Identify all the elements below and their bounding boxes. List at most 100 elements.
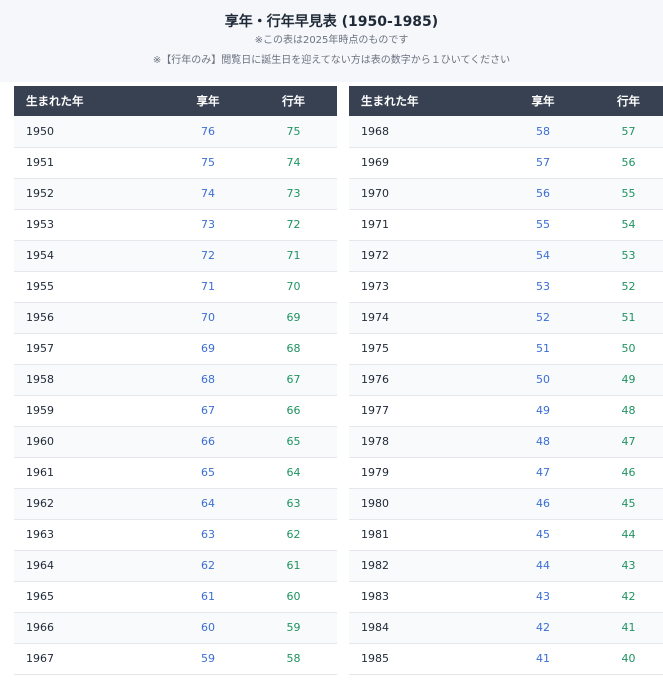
cell-kyonen: 61 [201,590,215,603]
table-row: 1968 58 57 [349,116,663,147]
cell-gyonen: 71 [286,249,301,262]
cell-birth-year: 1953 [26,218,54,231]
cell-kyonen: 43 [536,590,550,603]
cell-gyonen: 60 [286,590,301,603]
cell-birth-year: 1973 [361,280,389,293]
cell-gyonen: 41 [621,621,636,634]
tables-container: 生まれた年 享年 行年 1950 76 75 1951 75 74 1952 74 73 1953… [14,86,663,675]
page-title: 享年・行年早見表 (1950-1985) [224,14,439,30]
table-header-row: 生まれた年 享年 行年 [14,86,337,116]
cell-gyonen: 50 [621,342,636,355]
cell-gyonen: 43 [621,559,636,572]
cell-kyonen: 63 [201,528,215,541]
cell-birth-year: 1961 [26,466,54,479]
cell-gyonen: 70 [286,280,301,293]
table-row: 1978 48 47 [349,426,663,457]
cell-kyonen: 50 [536,373,550,386]
cell-birth-year: 1964 [26,559,54,572]
table-row: 1979 47 46 [349,457,663,488]
cell-kyonen: 58 [536,124,550,138]
cell-kyonen: 57 [536,156,550,169]
cell-birth-year: 1962 [26,497,54,510]
table-row: 1977 49 48 [349,395,663,426]
cell-gyonen: 65 [286,435,301,448]
cell-gyonen: 75 [286,124,301,138]
cell-birth-year: 1980 [361,497,389,510]
col-header-kyonen: 享年 [166,86,250,116]
cell-birth-year: 1984 [361,621,389,634]
cell-gyonen: 62 [286,528,301,541]
table-body-left: 1950 76 75 1951 75 74 1952 74 73 1953 73 72 1954 72 71… [14,116,337,674]
cell-gyonen: 66 [286,404,301,417]
cell-gyonen: 72 [286,218,301,231]
cell-gyonen: 40 [621,652,636,665]
table-row: 1971 55 54 [349,209,663,240]
cell-birth-year: 1979 [361,466,389,479]
table-row: 1970 56 55 [349,178,663,209]
cell-kyonen: 73 [201,218,215,231]
table-row: 1972 54 53 [349,240,663,271]
cell-gyonen: 74 [286,156,301,169]
table-row: 1950 76 75 [14,116,337,147]
cell-kyonen: 60 [201,621,215,634]
age-table-right: 生まれた年 享年 行年 1968 58 57 1969 57 56 1970 56 55 1971… [349,86,663,675]
cell-gyonen: 67 [286,373,301,386]
table-row: 1955 71 70 [14,271,337,302]
cell-kyonen: 42 [536,621,550,634]
col-header-kyonen: 享年 [501,86,585,116]
col-header-birth-year: 生まれた年 [349,86,501,116]
cell-kyonen: 70 [201,311,215,324]
table-row: 1957 69 68 [14,333,337,364]
cell-birth-year: 1959 [26,404,54,417]
cell-kyonen: 51 [536,342,550,355]
cell-gyonen: 69 [286,311,301,324]
cell-gyonen: 61 [286,559,301,572]
cell-kyonen: 49 [536,404,550,417]
cell-birth-year: 1952 [26,187,54,200]
cell-kyonen: 74 [201,187,215,200]
cell-kyonen: 75 [201,156,215,169]
cell-birth-year: 1966 [26,621,54,634]
cell-gyonen: 46 [621,466,636,479]
table-row: 1967 59 58 [14,643,337,674]
cell-kyonen: 67 [201,404,215,417]
cell-kyonen: 47 [536,466,550,479]
cell-gyonen: 48 [621,404,636,417]
table-row: 1969 57 56 [349,147,663,178]
table-row: 1953 73 72 [14,209,337,240]
cell-kyonen: 55 [536,218,550,231]
cell-kyonen: 44 [536,559,550,572]
cell-kyonen: 41 [536,652,550,665]
cell-birth-year: 1967 [26,652,54,665]
table-row: 1951 75 74 [14,147,337,178]
cell-gyonen: 59 [286,621,301,634]
cell-birth-year: 1985 [361,652,389,665]
cell-birth-year: 1971 [361,218,389,231]
cell-birth-year: 1977 [361,404,389,417]
cell-gyonen: 53 [621,249,636,262]
table-row: 1980 46 45 [349,488,663,519]
cell-birth-year: 1956 [26,311,54,324]
table-row: 1952 74 73 [14,178,337,209]
cell-gyonen: 63 [286,497,301,510]
cell-gyonen: 51 [621,311,636,324]
cell-birth-year: 1981 [361,528,389,541]
cell-birth-year: 1983 [361,590,389,603]
col-header-gyonen: 行年 [250,86,337,116]
cell-kyonen: 66 [201,435,215,448]
cell-birth-year: 1954 [26,249,54,262]
cell-birth-year: 1975 [361,342,389,355]
cell-gyonen: 45 [621,497,636,510]
table-row: 1961 65 64 [14,457,337,488]
page-header: 享年・行年早見表 (1950-1985) ※この表は2025年時点のものです ※… [0,0,663,82]
cell-gyonen: 56 [621,156,636,169]
table-row: 1966 60 59 [14,612,337,643]
cell-gyonen: 68 [286,342,301,355]
table-row: 1956 70 69 [14,302,337,333]
table-row: 1965 61 60 [14,581,337,612]
table-header-row: 生まれた年 享年 行年 [349,86,663,116]
cell-birth-year: 1972 [361,249,389,262]
table-row: 1975 51 50 [349,333,663,364]
col-header-birth-year: 生まれた年 [14,86,166,116]
table-row: 1960 66 65 [14,426,337,457]
